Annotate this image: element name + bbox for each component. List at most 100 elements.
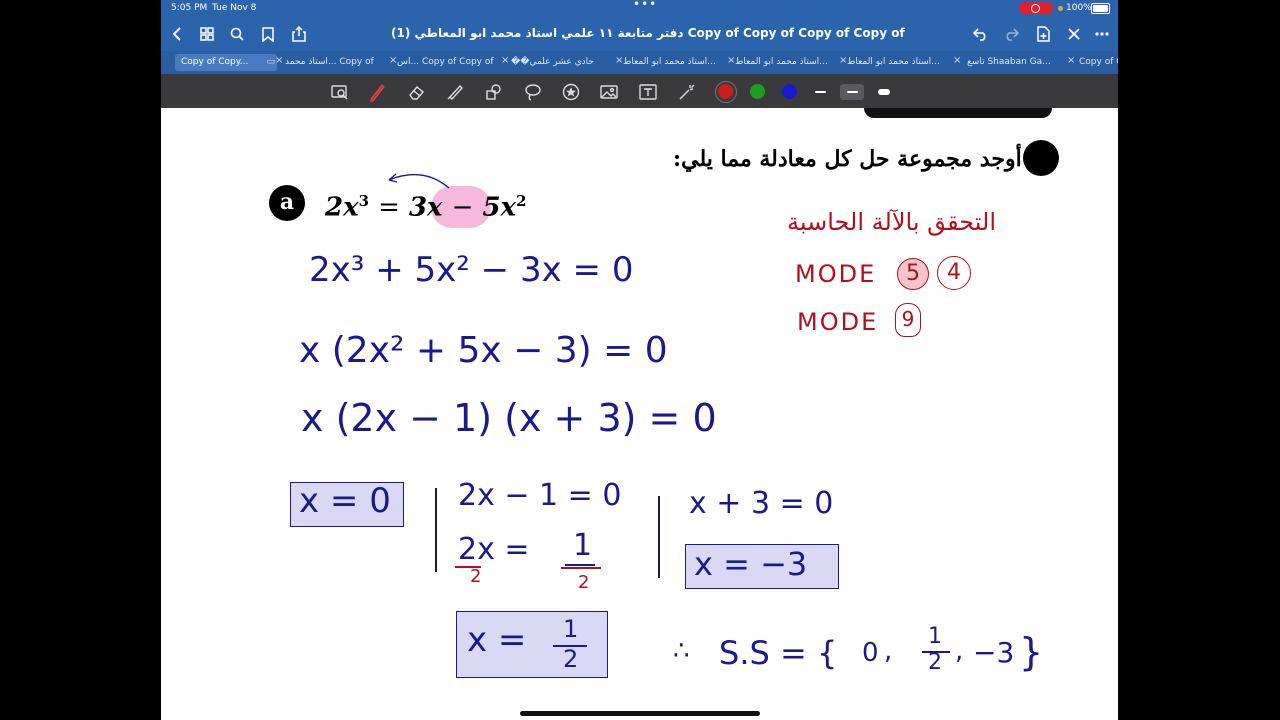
step-2: x (2x² + 5x − 3) = 0: [299, 330, 668, 371]
calc-mode2-key: 9: [901, 307, 915, 331]
document-title[interactable]: دفتر متابعة ١١ علمي استاذ محمد ابو المعا…: [391, 26, 905, 40]
solution-close: }: [1019, 630, 1044, 674]
image-icon[interactable]: [599, 82, 619, 102]
close-icon[interactable]: [1064, 24, 1084, 44]
tab-close-icon[interactable]: ×: [275, 55, 283, 66]
tab-close-icon[interactable]: ×: [1067, 55, 1075, 66]
color-blue[interactable]: [782, 84, 797, 99]
stroke-thick[interactable]: [872, 84, 896, 100]
tab-label: استاذ محمد... Copy of: [285, 57, 374, 67]
calc-note-title: التحقق بالآلة الحاسبة: [787, 208, 996, 236]
solution-sep1: ,: [884, 636, 893, 666]
case1-text: x = 0: [299, 481, 391, 521]
tab-close-icon[interactable]: ×: [501, 55, 509, 66]
stroke-medium[interactable]: [840, 84, 864, 100]
lasso-icon[interactable]: [330, 82, 350, 102]
red-underline: [561, 567, 601, 569]
highlighter-icon[interactable]: [445, 82, 465, 102]
sticker-icon[interactable]: [561, 82, 581, 102]
add-page-icon[interactable]: [1033, 24, 1053, 44]
multitask-dots-icon[interactable]: •••: [633, 0, 657, 11]
case2-divisor-left: 2: [470, 566, 482, 587]
step-3: x (2x − 1) (x + 3) = 0: [301, 396, 717, 440]
eq-term2: 5x: [482, 192, 517, 223]
tab-label: استاذ محمد ابو المعاط...: [847, 57, 940, 67]
back-icon[interactable]: [167, 24, 187, 44]
notebook-page[interactable]: أوجد مجموعة حل كل معادلة مما يلي: a 2x3 …: [161, 108, 1118, 720]
bookmark-icon[interactable]: [258, 24, 278, 44]
solution-label: S.S = {: [719, 634, 838, 672]
case2-box-den: 2: [563, 645, 579, 673]
battery-percent: 100%: [1066, 3, 1092, 13]
key-circle: 4: [937, 256, 971, 290]
tab-1[interactable]: استاذ محمد... Copy of: [285, 54, 385, 71]
eq-equals: =: [378, 192, 400, 223]
grid-view-icon[interactable]: [197, 24, 217, 44]
tab-close-icon[interactable]: ×: [389, 55, 397, 66]
solution-v3: −3: [973, 636, 1015, 669]
screen-record-indicator[interactable]: [1019, 2, 1053, 14]
tab-label: Copy of Copy...: [181, 57, 249, 67]
instruction-text: أوجد مجموعة حل كل معادلة مما يلي:: [673, 146, 1022, 172]
tab-2[interactable]: اس... Copy of Copy of: [397, 54, 497, 71]
eraser-icon[interactable]: [407, 82, 427, 102]
tab-7[interactable]: تاسع Shaaban Ga...: [967, 54, 1067, 71]
solution-sep2: ,: [955, 636, 964, 666]
drawing-toolbar: [161, 74, 1118, 108]
fraction-bar: [565, 564, 595, 566]
tab-close-icon[interactable]: ×: [953, 55, 961, 66]
tab-label: تاسع Shaaban Ga...: [967, 57, 1051, 67]
eq-lhs: 2x: [325, 192, 359, 223]
app-window: 5:05 PM Tue Nov 8 ••• 100% دفتر متابعة ١…: [161, 0, 1118, 720]
status-bar: 5:05 PM Tue Nov 8 ••• 100%: [161, 0, 1118, 17]
search-icon[interactable]: [227, 24, 247, 44]
redo-icon[interactable]: [1001, 24, 1021, 44]
tab-0[interactable]: Copy of Copy... ▭: [175, 54, 277, 71]
solution-v0: 0: [862, 638, 879, 668]
case1-box: x = 0: [290, 481, 404, 527]
laser-icon[interactable]: [677, 82, 697, 102]
tab-4[interactable]: استاذ محمد ابو المعاط...: [623, 54, 723, 71]
title-chevron-down-icon[interactable]: ⌄: [847, 24, 867, 44]
more-icon[interactable]: [1092, 24, 1112, 44]
calc-mode1-key1: 5: [906, 261, 920, 286]
case2-line2-num: 1: [573, 528, 593, 563]
lasso-select-icon[interactable]: [523, 82, 543, 102]
share-icon[interactable]: [289, 24, 309, 44]
home-indicator[interactable]: [520, 711, 760, 716]
calc-mode1-key2: 4: [947, 260, 961, 285]
case2-box: x = 1 2: [456, 611, 608, 678]
color-green[interactable]: [750, 84, 765, 99]
calc-mode1: MODE: [795, 260, 877, 288]
key-circle: 9: [895, 303, 921, 337]
case2-line1: 2x − 1 = 0: [458, 478, 622, 513]
tab-close-icon[interactable]: ×: [727, 55, 735, 66]
page-tab-indicator: [864, 108, 1052, 118]
tab-5[interactable]: استاذ محمد ابو المعاط...: [735, 54, 835, 71]
key-circle: 5: [897, 258, 929, 290]
tab-6[interactable]: استاذ محمد ابو المعاط...: [847, 54, 947, 71]
color-red[interactable]: [718, 84, 733, 99]
text-icon[interactable]: [638, 82, 658, 102]
tab-close-icon[interactable]: ×: [839, 55, 847, 66]
split-view-icon[interactable]: ▭: [266, 54, 275, 71]
pen-icon[interactable]: [367, 82, 387, 102]
shapes-icon[interactable]: [483, 82, 503, 102]
step-1: 2x³ + 5x² − 3x = 0: [309, 250, 634, 290]
bullet-icon: [1023, 140, 1059, 176]
calc-mode2: MODE: [797, 308, 879, 336]
tab-8[interactable]: Copy of C: [1079, 54, 1118, 71]
stroke-thin[interactable]: [808, 84, 832, 100]
tab-label: Copy of C: [1079, 57, 1118, 67]
divider-line: [658, 496, 660, 578]
tab-close-icon[interactable]: ×: [615, 55, 623, 66]
eq-term2-exp: 2: [516, 192, 527, 210]
battery-icon: [1091, 3, 1110, 14]
undo-icon[interactable]: [971, 24, 991, 44]
tab-label: استاذ محمد ابو المعاط...: [623, 57, 716, 67]
case2-box-num: 1: [563, 615, 579, 643]
case2-line2: 2x =: [458, 532, 530, 567]
tab-3[interactable]: ��حادي عشر علمي: [511, 54, 611, 71]
divider-line: [435, 488, 437, 572]
tab-bar: Copy of Copy... ▭ استاذ محمد... Copy of …: [161, 51, 1118, 74]
